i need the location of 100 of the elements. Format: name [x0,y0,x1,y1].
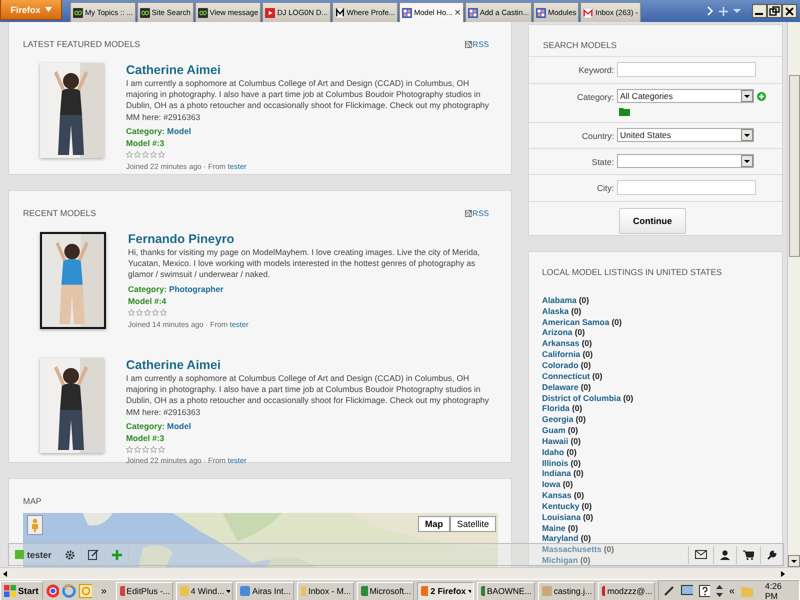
panel-heading: RECENT MODELS [23,208,96,218]
state-link[interactable]: Idaho [542,446,564,457]
rss-icon [464,210,472,216]
state-link[interactable]: American Samoa [542,316,610,327]
new-tab-icon[interactable] [719,6,728,16]
horizontal-scrollbar[interactable] [0,567,800,579]
listing-count: (0) [580,555,590,566]
tab-list-icon[interactable] [733,8,741,14]
state-link[interactable]: District of Columbia [542,392,621,402]
mail-icon[interactable] [695,550,707,559]
state-link[interactable]: Georgia [542,414,574,424]
listing-count: (0) [568,425,578,436]
taskbar-button[interactable]: 2 Firefox [417,582,474,600]
field-label: City: [596,182,615,195]
listing-count: (0) [580,360,591,370]
state-link[interactable]: Iowa [542,479,560,490]
category-link[interactable]: Model [167,420,192,431]
vertical-scrollbar[interactable] [787,22,800,567]
state-link[interactable]: Connecticut [542,370,590,381]
wrench-icon[interactable] [767,550,777,560]
edit-icon[interactable] [88,549,99,560]
state-link[interactable]: California [542,349,580,360]
state-link[interactable]: Kentucky [542,500,580,511]
state-link[interactable]: Maine [542,522,566,533]
map-type-button[interactable]: Satellite [450,516,496,532]
user-icon[interactable] [720,550,730,560]
state-link[interactable]: Arkansas [542,338,580,348]
rss-link[interactable]: RSS [464,40,489,48]
dropdown[interactable]: All Categories [617,89,754,103]
state-link[interactable]: Florida [542,403,570,414]
star-rating[interactable] [126,444,165,454]
taskbar-button[interactable]: Inbox - M... [296,582,354,600]
taskbar-button[interactable]: modzzz@... [598,582,656,600]
app-icon [360,585,368,597]
map-type-button[interactable]: Map [418,516,450,532]
add-icon[interactable] [112,550,122,560]
taskbar-button[interactable]: Airas Int... [236,582,294,600]
listing-count: (0) [568,522,578,533]
browser-icon[interactable] [62,584,76,598]
up-down-arrows-icon[interactable] [716,585,724,597]
rss-link[interactable]: RSS [464,208,489,218]
state-link[interactable]: Arizona [542,327,572,338]
state-link[interactable]: Colorado [542,360,578,370]
listing-count: (0) [574,327,585,338]
window-buttons-icon[interactable] [752,4,798,18]
dropdown[interactable]: United States [617,128,754,142]
folder-icon[interactable] [619,108,630,116]
state-link[interactable]: Kansas [542,490,572,500]
star-rating[interactable] [128,308,167,318]
category-link[interactable]: Model [167,126,192,136]
close-tab-button[interactable]: × [454,6,461,18]
app-icon[interactable] [78,584,92,598]
panel-heading: MAP [23,496,42,506]
state-link[interactable]: Guam [542,425,566,436]
cart-icon[interactable] [743,550,754,560]
state-link[interactable]: Indiana [542,468,572,478]
star-rating[interactable] [126,150,165,160]
continue-button[interactable]: Continue [619,208,686,234]
input-field[interactable] [617,62,756,77]
listing-count: (0) [572,403,582,414]
state-link[interactable]: Alaska [542,306,569,316]
listing-count: (0) [592,370,602,381]
taskbar-button[interactable]: 4 Wind... [176,582,234,600]
taskbar-button[interactable]: casting.j... [538,582,595,600]
model-name-link[interactable]: Fernando Pineyro [128,232,497,247]
input-field[interactable] [617,180,756,195]
category-link[interactable]: Photographer [169,284,224,294]
model-name-link[interactable]: Catherine Aimei [126,358,497,373]
pen-icon[interactable] [663,585,675,597]
model-number: Model #:3 [126,432,166,445]
settings-icon[interactable] [64,550,75,560]
app-icon [300,585,306,597]
state-link[interactable]: Illinois [542,458,568,468]
street-view-icon[interactable] [27,515,43,535]
listing-count: (0) [578,294,590,305]
browser-icon[interactable] [46,584,60,598]
listing-count: (0) [583,512,594,522]
taskbar-button[interactable]: BAOWNE... [477,582,535,600]
state-link[interactable]: Delaware [542,382,578,392]
monitor-icon[interactable] [680,585,694,597]
state-link[interactable]: Louisiana [542,512,581,522]
field-label: Keyword: [578,64,615,77]
field-label: State: [590,156,615,168]
state-link[interactable]: Hawaii [542,436,568,446]
help-icon[interactable] [699,585,710,597]
category-label: Category: [126,126,165,136]
taskbar-button[interactable]: Microsoft... [356,582,414,600]
state-link[interactable]: Alabama [542,294,577,305]
show-hidden-icons-button[interactable]: « [729,586,735,596]
start-button[interactable]: Start [0,581,43,600]
scroll-down-icon[interactable] [788,555,800,567]
user-menu[interactable]: tester [15,550,52,560]
state-link[interactable]: Maryland [542,533,578,544]
dropdown[interactable] [617,154,754,168]
more-button[interactable]: » [101,586,107,596]
clock: 4:26 PM [765,581,783,600]
model-name-link[interactable]: Catherine Aimei [126,63,497,78]
app-icon [239,585,250,597]
taskbar-button[interactable]: EditPlus -... [116,582,173,600]
app-icon [420,585,428,597]
